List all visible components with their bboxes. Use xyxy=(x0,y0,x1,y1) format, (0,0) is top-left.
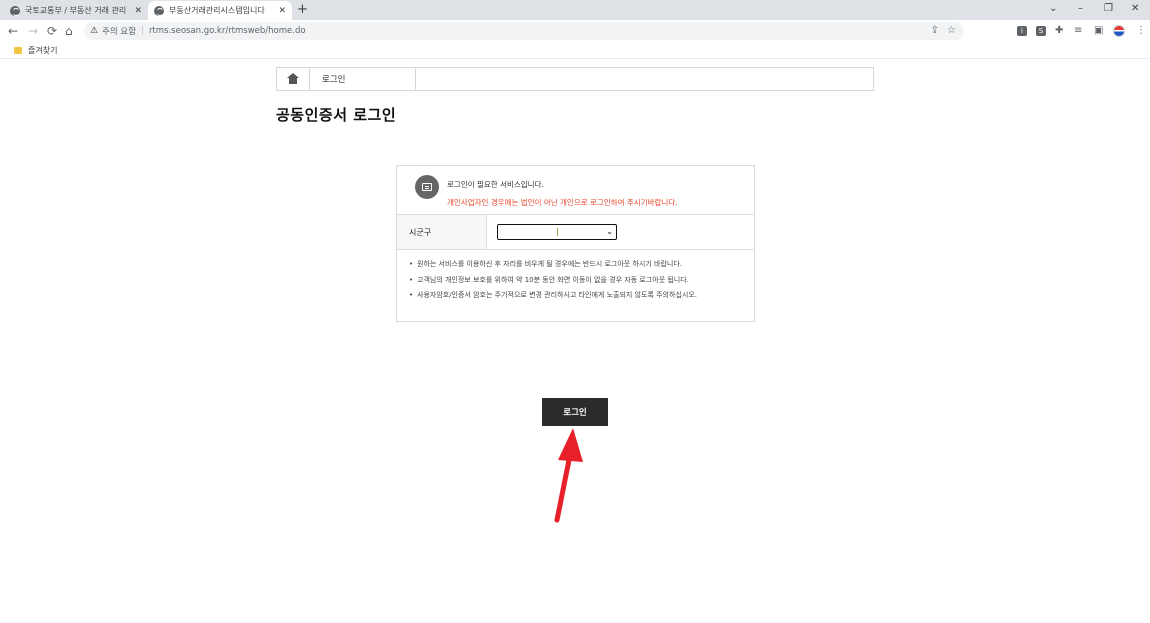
text-cursor xyxy=(556,228,558,236)
minimize-button[interactable]: – xyxy=(1078,2,1083,16)
tab-search-icon[interactable]: ⌄ xyxy=(1049,2,1057,16)
back-button[interactable]: ← xyxy=(8,23,18,39)
chevron-down-icon[interactable]: ⌄ xyxy=(606,227,613,237)
guide-list: 원하는 서비스를 이용하신 후 자리를 비우게 될 경우에는 반드시 로그아웃 … xyxy=(397,250,754,301)
tab-molit[interactable]: 국토교통부 / 부동산 거래 관리 ✕ xyxy=(4,1,148,20)
security-warning[interactable]: 주의 요함 xyxy=(102,25,136,37)
login-panel: 로그인이 필요한 서비스입니다. 개인사업자인 경우에는 법인이 아닌 개인으로… xyxy=(396,165,755,322)
sidebar-icon[interactable]: ▣ xyxy=(1094,24,1103,38)
share-icon[interactable]: ⇪ xyxy=(931,25,939,36)
menu-icon[interactable]: ⋮ xyxy=(1136,24,1146,38)
notice-warning-text: 개인사업자인 경우에는 법인이 아닌 개인으로 로그인하여 주시기바랍니다. xyxy=(447,198,678,207)
address-bar[interactable]: ⚠ 주의 요함 | rtms.seosan.go.kr/rtmsweb/home… xyxy=(84,22,964,40)
breadcrumb-home[interactable] xyxy=(277,68,310,90)
region-label: 시군구 xyxy=(397,215,487,249)
close-tab-icon[interactable]: ✕ xyxy=(134,6,142,16)
close-window-button[interactable]: ✕ xyxy=(1131,2,1139,16)
forward-button[interactable]: → xyxy=(28,23,38,39)
message-icon xyxy=(415,175,439,199)
list-item: 사용자암호/인증서 암호는 주기적으로 변경 관리하시고 타인에게 노출되지 않… xyxy=(409,291,742,301)
tab-rtms[interactable]: 부동산거래관리시스템입니다 ✕ xyxy=(148,1,292,20)
annotation-arrow xyxy=(554,428,583,523)
extension-s-icon[interactable]: S xyxy=(1036,26,1046,36)
url-text[interactable]: rtms.seosan.go.kr/rtmsweb/home.do xyxy=(149,26,306,36)
extension-icon[interactable]: i xyxy=(1017,26,1027,36)
puzzle-icon[interactable]: ✚ xyxy=(1055,24,1063,38)
home-icon xyxy=(287,72,299,84)
close-tab-icon[interactable]: ✕ xyxy=(278,6,286,16)
warning-icon[interactable]: ⚠ xyxy=(90,26,98,36)
globe-icon xyxy=(154,5,164,16)
notice-text: 로그인이 필요한 서비스입니다. xyxy=(447,180,544,189)
breadcrumb-current: 로그인 xyxy=(310,68,416,90)
reading-list-icon[interactable]: ≡ xyxy=(1074,24,1082,38)
region-select[interactable]: ⌄ xyxy=(497,224,617,240)
notice-box: 로그인이 필요한 서비스입니다. 개인사업자인 경우에는 법인이 아닌 개인으로… xyxy=(397,166,754,215)
bookmarks-bar: 즐겨찾기 xyxy=(0,42,1150,59)
browser-toolbar: ← → ⟳ ⌂ ⚠ 주의 요함 | rtms.seosan.go.kr/rtms… xyxy=(0,20,1150,42)
profile-avatar[interactable] xyxy=(1113,25,1125,37)
bookmark-folder-favorites[interactable]: 즐겨찾기 xyxy=(28,45,57,56)
tab-strip: 국토교통부 / 부동산 거래 관리 ✕ 부동산거래관리시스템입니다 ✕ + ⌄ … xyxy=(0,0,1150,20)
address-separator: | xyxy=(141,26,144,36)
reload-button[interactable]: ⟳ xyxy=(47,23,57,39)
region-field-row: 시군구 ⌄ xyxy=(397,215,754,250)
breadcrumb: 로그인 xyxy=(276,67,874,91)
tab-title: 부동산거래관리시스템입니다 xyxy=(169,6,265,15)
globe-icon xyxy=(10,5,20,16)
folder-icon xyxy=(14,46,22,54)
restore-button[interactable]: ❐ xyxy=(1104,2,1113,16)
list-item: 고객님의 개인정보 보호를 위하여 약 10분 동안 화면 이동이 없을 경우 … xyxy=(409,276,742,286)
home-button[interactable]: ⌂ xyxy=(65,23,73,39)
list-item: 원하는 서비스를 이용하신 후 자리를 비우게 될 경우에는 반드시 로그아웃 … xyxy=(409,260,742,270)
page-title: 공동인증서 로그인 xyxy=(276,106,397,124)
region-field-value: ⌄ xyxy=(487,215,754,249)
tab-title: 국토교통부 / 부동산 거래 관리 xyxy=(25,6,127,15)
star-icon[interactable]: ☆ xyxy=(947,25,956,36)
new-tab-button[interactable]: + xyxy=(297,2,308,18)
